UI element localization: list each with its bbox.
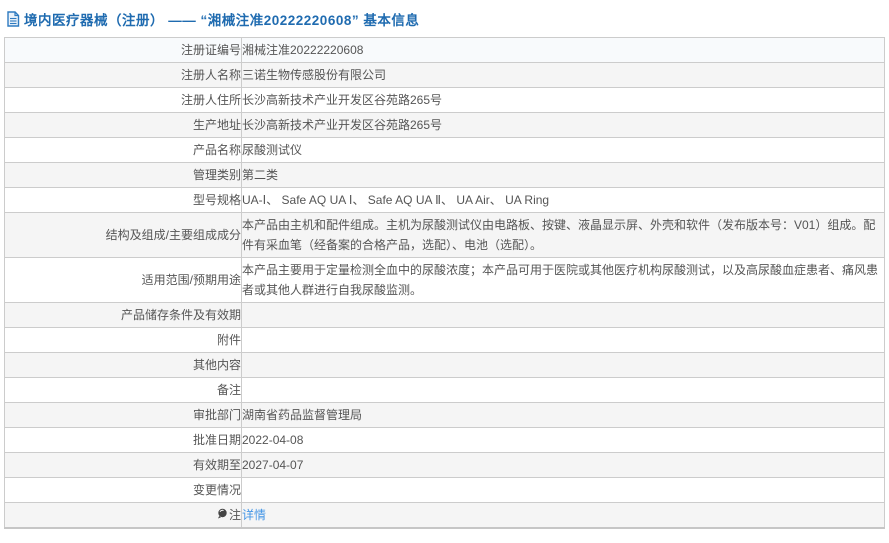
table-row: 审批部门 湖南省药品监督管理局 [4, 402, 885, 428]
page-header: 境内医疗器械（注册） —— “湘械注准20222220608” 基本信息 [0, 0, 889, 37]
row-value: 本产品主要用于定量检测全血中的尿酸浓度；本产品可用于医院或其他医疗机构尿酸测试，… [241, 257, 885, 303]
table-row: 变更情况 [4, 477, 885, 503]
note-bulb-icon [217, 506, 228, 519]
table-row: 注册人住所 长沙高新技术产业开发区谷苑路265号 [4, 87, 885, 113]
row-value: 长沙高新技术产业开发区谷苑路265号 [241, 87, 885, 113]
table-row: 有效期至 2027-04-07 [4, 452, 885, 478]
row-value [241, 477, 885, 503]
table-row-note: 注 详情 [4, 502, 885, 529]
registration-info-page: 境内医疗器械（注册） —— “湘械注准20222220608” 基本信息 注册证… [0, 0, 889, 543]
row-label: 批准日期 [4, 427, 242, 453]
row-label: 适用范围/预期用途 [4, 257, 242, 303]
row-value: 三诺生物传感股份有限公司 [241, 62, 885, 88]
row-label: 附件 [4, 327, 242, 353]
note-label: 注 [228, 508, 241, 522]
row-label: 管理类别 [4, 162, 242, 188]
table-row: 型号规格 UA-Ⅰ、 Safe AQ UA Ⅰ、 Safe AQ UA Ⅱ、 U… [4, 187, 885, 213]
document-icon [6, 11, 20, 27]
table-row: 管理类别 第二类 [4, 162, 885, 188]
table-row: 备注 [4, 377, 885, 403]
page-title: 境内医疗器械（注册） —— “湘械注准20222220608” 基本信息 [24, 13, 420, 28]
table-row: 生产地址 长沙高新技术产业开发区谷苑路265号 [4, 112, 885, 138]
details-link[interactable]: 详情 [242, 508, 266, 522]
row-value: 湖南省药品监督管理局 [241, 402, 885, 428]
table-row: 产品储存条件及有效期 [4, 302, 885, 328]
row-value: 2022-04-08 [241, 427, 885, 453]
row-label: 变更情况 [4, 477, 242, 503]
row-value [241, 352, 885, 378]
row-value: 2027-04-07 [241, 452, 885, 478]
row-value: 尿酸测试仪 [241, 137, 885, 163]
row-label: 型号规格 [4, 187, 242, 213]
row-label: 注册证编号 [4, 37, 242, 63]
table-row: 产品名称 尿酸测试仪 [4, 137, 885, 163]
row-label: 结构及组成/主要组成成分 [4, 212, 242, 258]
row-label: 注 [4, 502, 242, 529]
row-value: UA-Ⅰ、 Safe AQ UA Ⅰ、 Safe AQ UA Ⅱ、 UA Air… [241, 187, 885, 213]
row-value [241, 302, 885, 328]
row-value: 湘械注准20222220608 [241, 37, 885, 63]
table-row: 注册证编号 湘械注准20222220608 [4, 37, 885, 63]
row-label: 其他内容 [4, 352, 242, 378]
row-label: 生产地址 [4, 112, 242, 138]
table-row: 适用范围/预期用途 本产品主要用于定量检测全血中的尿酸浓度；本产品可用于医院或其… [4, 257, 885, 303]
row-value: 详情 [241, 502, 885, 529]
table-row: 其他内容 [4, 352, 885, 378]
row-label: 有效期至 [4, 452, 242, 478]
row-value: 本产品由主机和配件组成。主机为尿酸测试仪由电路板、按键、液晶显示屏、外壳和软件（… [241, 212, 885, 258]
table-row: 附件 [4, 327, 885, 353]
row-label: 备注 [4, 377, 242, 403]
row-label: 注册人名称 [4, 62, 242, 88]
row-label: 产品名称 [4, 137, 242, 163]
table-row: 批准日期 2022-04-08 [4, 427, 885, 453]
registration-info-table: 注册证编号 湘械注准20222220608 注册人名称 三诺生物传感股份有限公司… [4, 37, 885, 529]
row-value [241, 327, 885, 353]
table-row: 注册人名称 三诺生物传感股份有限公司 [4, 62, 885, 88]
row-value [241, 377, 885, 403]
row-label: 审批部门 [4, 402, 242, 428]
row-value: 第二类 [241, 162, 885, 188]
row-label: 注册人住所 [4, 87, 242, 113]
row-label: 产品储存条件及有效期 [4, 302, 242, 328]
table-row: 结构及组成/主要组成成分 本产品由主机和配件组成。主机为尿酸测试仪由电路板、按键… [4, 212, 885, 258]
row-value: 长沙高新技术产业开发区谷苑路265号 [241, 112, 885, 138]
